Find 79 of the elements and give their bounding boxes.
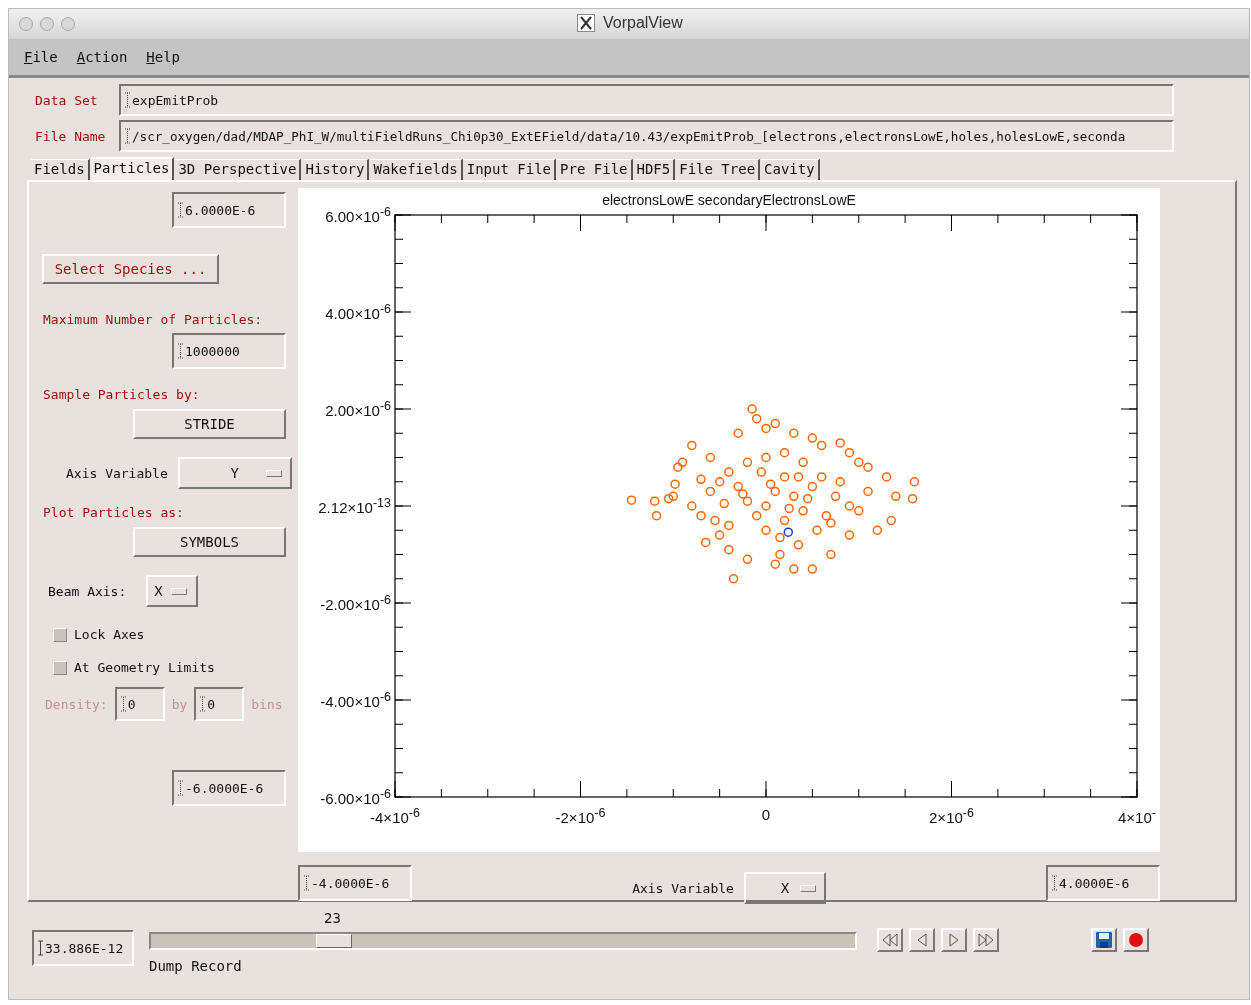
axis-variable-dropdown[interactable]: Y <box>177 457 292 489</box>
x-tick-label: 0 <box>760 806 772 823</box>
checkbox-label: At Geometry Limits <box>74 660 215 675</box>
text-cursor-icon <box>178 343 183 359</box>
tab[interactable]: HDF5 <box>633 159 676 180</box>
y-tick-label: -6.00×10$^{-6}$ <box>319 787 391 807</box>
checkbox[interactable] <box>53 627 67 642</box>
max-particles-field[interactable]: 1000000 <box>172 333 286 369</box>
x-logo-icon <box>577 14 595 32</box>
file-name-field[interactable]: /scr_oxygen/dad/MDAP_PhI_W/multiFieldRuns_Chi0p30_ExtEField/data/10.43/expEmitProb_[electrons,electronsLowE,holes,holesLowE,seconda <box>119 120 1174 152</box>
step-back-button[interactable] <box>909 928 935 952</box>
axis-variable-label: Axis Variable <box>66 465 168 481</box>
x-tick-label: 4×10$^{-}$ <box>1117 806 1157 826</box>
sample-label: Sample Particles by: <box>43 387 201 402</box>
checkbox-label: Lock Axes <box>74 627 145 642</box>
select-species-button[interactable]: Select Species ... <box>42 254 219 284</box>
text-cursor-icon <box>1052 875 1057 891</box>
menu-item[interactable]: Action <box>76 49 128 65</box>
double-right-triangle-icon <box>977 933 995 947</box>
y-tick-label: 6.00×10$^{-6}$ <box>324 205 391 225</box>
text-cursor-icon <box>125 92 130 108</box>
text-cursor-icon <box>125 128 130 144</box>
double-left-triangle-icon <box>881 933 899 947</box>
text-cursor-icon <box>178 780 183 796</box>
checkbox[interactable] <box>53 660 67 675</box>
data-set-field[interactable]: expEmitProb <box>119 84 1174 116</box>
x-min-field[interactable]: -4.0000E-6 <box>298 865 412 901</box>
axis-variable-label: Axis Variable <box>632 880 734 896</box>
max-particles-label: Maximum Number of Particles: <box>43 312 264 327</box>
record-icon <box>1127 931 1145 949</box>
dump-record-label: Dump Record <box>149 958 243 974</box>
tab[interactable]: 3D Perspective <box>175 159 302 180</box>
step-forward-button[interactable] <box>941 928 967 952</box>
text-cursor-icon <box>200 696 206 712</box>
slider-thumb[interactable] <box>316 934 353 948</box>
symbols-button[interactable]: SYMBOLS <box>133 527 286 557</box>
text-cursor-icon <box>120 696 126 712</box>
menu-item[interactable]: File <box>24 49 58 65</box>
density-label: Density: <box>45 696 108 712</box>
menu-item[interactable]: Help <box>146 49 181 65</box>
field-label: File Name <box>34 128 107 144</box>
y-min-field[interactable]: -6.0000E-6 <box>172 770 286 806</box>
x-max-field[interactable]: 4.0000E-6 <box>1046 865 1160 901</box>
tab[interactable]: Input File <box>463 159 557 180</box>
fast-forward-button[interactable] <box>973 928 999 952</box>
rewind-button[interactable] <box>877 928 903 952</box>
beam-axis-label: Beam Axis: <box>48 583 127 599</box>
tab[interactable]: Fields <box>31 159 90 180</box>
tab[interactable]: History <box>302 159 370 180</box>
text-cursor-icon <box>304 875 309 891</box>
tab[interactable]: File Tree <box>676 159 761 180</box>
plot-as-label: Plot Particles as: <box>43 505 185 520</box>
x-tick-label: -4×10$^{-6}$ <box>369 806 421 826</box>
by-label: by <box>171 696 188 712</box>
chart-title: electronsLowE secondaryElectronsLowE <box>602 192 856 208</box>
save-button[interactable] <box>1091 928 1117 952</box>
y-max-field[interactable]: 6.0000E-6 <box>172 192 286 228</box>
time-field[interactable]: 33.886E-12 <box>32 930 134 966</box>
text-cursor-icon <box>178 202 183 218</box>
tab[interactable]: Pre File <box>557 159 633 180</box>
field-label: Data Set <box>34 92 99 108</box>
y-tick-label: 4.00×10$^{-6}$ <box>324 302 391 322</box>
y-tick-label: 2.00×10$^{-6}$ <box>324 399 391 419</box>
tab[interactable]: Cavity <box>761 159 820 180</box>
record-button[interactable] <box>1123 928 1149 952</box>
slider-value: 23 <box>324 910 341 926</box>
tab[interactable]: Particles <box>90 157 175 180</box>
y-tick-label: -4.00×10$^{-6}$ <box>319 690 391 710</box>
x-tick-label: -2×10$^{-6}$ <box>554 806 607 826</box>
beam-axis-dropdown[interactable]: X <box>146 575 199 607</box>
y-tick-label: 2.12×10$^{-13}$ <box>317 496 391 516</box>
x-tick-label: 2×10$^{-6}$ <box>928 806 975 826</box>
axis-variable-dropdown[interactable]: X <box>743 872 826 904</box>
bins-label: bins <box>251 696 283 712</box>
stride-button[interactable]: STRIDE <box>133 409 286 439</box>
tab[interactable]: Wakefields <box>370 159 463 180</box>
text-cursor-icon <box>38 940 43 956</box>
window-title: VorpalView <box>603 14 683 32</box>
y-tick-label: -2.00×10$^{-6}$ <box>319 593 391 613</box>
